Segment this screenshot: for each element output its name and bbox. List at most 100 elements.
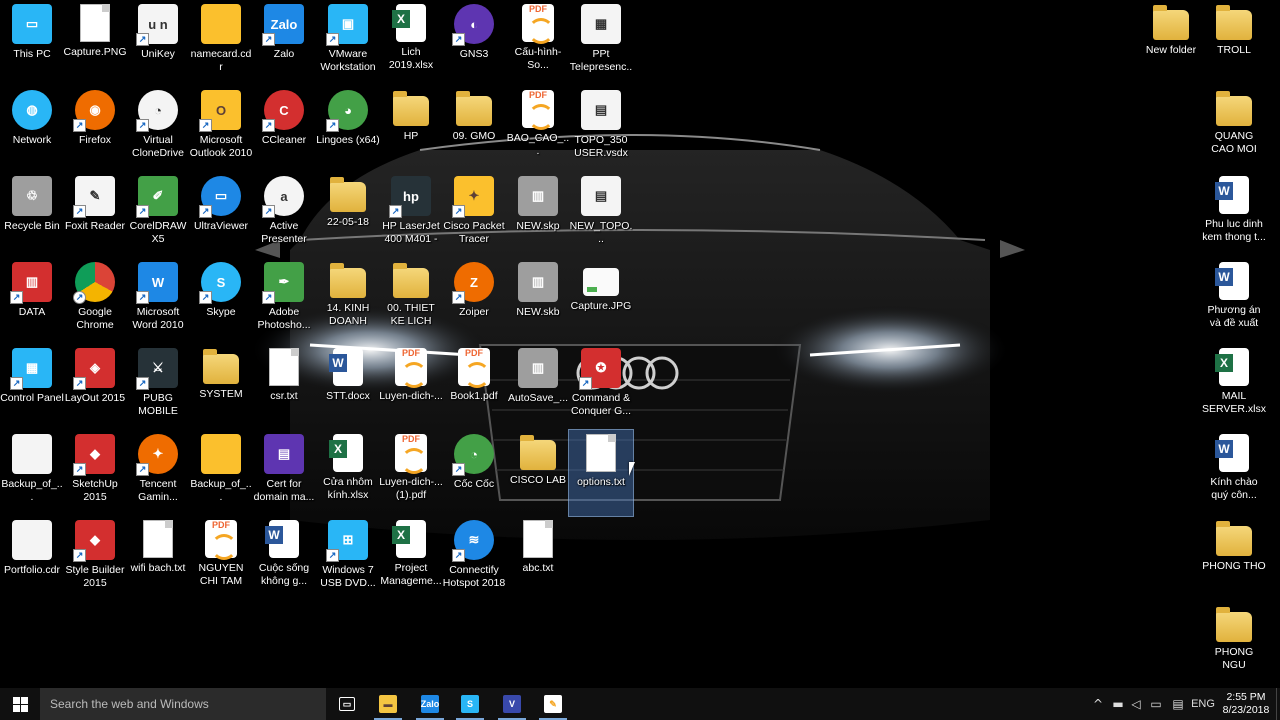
desktop-icon[interactable]: ▥ NEW.skb xyxy=(506,258,570,344)
desktop-icon[interactable]: ▦ PPt Telepresenc... xyxy=(569,0,633,86)
desktop-icon[interactable]: u n UniKey xyxy=(126,0,190,86)
desktop-icon[interactable]: Capture.PNG xyxy=(63,0,127,86)
desktop-icon[interactable]: WMicrosoft Word 2010 xyxy=(126,258,190,344)
desktop-icon[interactable]: ▭ UltraViewer xyxy=(189,172,253,258)
desktop-icon[interactable]: ▭ This PC xyxy=(0,0,64,86)
desktop-icon[interactable]: Backup_of_... xyxy=(0,430,64,516)
desktop-icon[interactable]: Project Manageme... xyxy=(379,516,443,602)
desktop-icon[interactable]: abc.txt xyxy=(506,516,570,602)
desktop-icon[interactable]: PDF Luyen-dich-... xyxy=(379,344,443,430)
desktop-icon-label: Adobe Photosho... xyxy=(257,306,311,331)
desktop-icon[interactable]: ⊞Windows 7 USB DVD... xyxy=(316,516,380,602)
desktop-icon[interactable]: csr.txt xyxy=(252,344,316,430)
desktop-icon[interactable]: PDF Cấu-hình-So... xyxy=(506,0,570,86)
desktop-icon[interactable]: ◔Virtual CloneDrive xyxy=(126,86,190,172)
desktop-icon[interactable]: ✒Adobe Photosho... xyxy=(252,258,316,344)
desktop-icon[interactable]: Kính chào quý côn... xyxy=(1202,430,1266,516)
desktop[interactable]: ▭ This PC Capture.PNG u n UniKey namecard.cdr… xyxy=(0,0,1280,688)
display-tray-icon[interactable]: ▭ xyxy=(1146,688,1166,720)
ppt-icon: ▦ xyxy=(581,4,621,44)
desktop-icon[interactable]: New folder xyxy=(1139,0,1203,86)
desktop-icon[interactable]: hpHP LaserJet 400 M401 - ... xyxy=(379,172,443,258)
desktop-icon[interactable]: namecard.cdr xyxy=(189,0,253,86)
desktop-icon[interactable]: ◕ Lingoes (x64) xyxy=(316,86,380,172)
desktop-icon[interactable]: SYSTEM xyxy=(189,344,253,430)
desktop-icon[interactable]: ▥ AutoSave_... xyxy=(506,344,570,430)
desktop-icon[interactable]: ♲ Recycle Bin xyxy=(0,172,64,258)
desktop-icon[interactable]: 00. THIET KE LICH xyxy=(379,258,443,344)
desktop-icon[interactable]: ◉ Firefox xyxy=(63,86,127,172)
desktop-icon[interactable]: PHONG THO xyxy=(1202,516,1266,602)
desktop-icon[interactable]: CISCO LAB xyxy=(506,430,570,516)
desktop-icon[interactable]: ✦Tencent Gamin... xyxy=(126,430,190,516)
desktop-icon[interactable]: ◈ LayOut 2015 xyxy=(63,344,127,430)
desktop-icon[interactable]: ✪Command & Conquer G... xyxy=(569,344,633,430)
desktop-icon[interactable]: ▣VMware Workstation xyxy=(316,0,380,86)
desktop-icon[interactable]: ◔ Cốc Cốc xyxy=(442,430,506,516)
desktop-icon[interactable]: Capture.JPG xyxy=(569,258,633,344)
desktop-icon[interactable]: ✐CorelDRAW X5 xyxy=(126,172,190,258)
desktop-icon[interactable]: ▥ NEW.skp xyxy=(506,172,570,258)
desktop-icon[interactable]: TROLL xyxy=(1202,0,1266,86)
foxit-taskbar-button[interactable]: ✎ xyxy=(533,688,573,720)
task-view-button[interactable]: ▭ xyxy=(327,688,367,720)
desktop-icon[interactable]: 14. KINH DOANH xyxy=(316,258,380,344)
desktop-icon[interactable]: options.txt xyxy=(568,429,634,517)
zalo-taskbar-button[interactable]: Zalo xyxy=(410,688,450,720)
desktop-icon[interactable]: Cửa nhôm kính.xlsx xyxy=(316,430,380,516)
file-explorer-button[interactable]: ▬ xyxy=(368,688,408,720)
desktop-icon[interactable]: PDFNGUYEN CHI TAM _CV.pdf xyxy=(189,516,253,602)
action-center-icon[interactable]: ▤ xyxy=(1168,688,1188,720)
desktop-icon[interactable]: ▦ Control Panel xyxy=(0,344,64,430)
desktop-icon[interactable]: PHONG NGU xyxy=(1202,602,1266,688)
visio-taskbar-button[interactable]: V xyxy=(492,688,532,720)
desktop-icon[interactable]: ✦Cisco Packet Tracer xyxy=(442,172,506,258)
desktop-icon[interactable]: Zalo Zalo xyxy=(252,0,316,86)
desktop-icon[interactable]: ▤ TOPO_350 USER.vsdx xyxy=(569,86,633,172)
desktop-icon[interactable]: Portfolio.cdr xyxy=(0,516,64,602)
desktop-icon[interactable]: aActive Presenter xyxy=(252,172,316,258)
language-indicator[interactable]: ENG xyxy=(1190,688,1216,720)
desktop-icon[interactable]: ◍ Network xyxy=(0,86,64,172)
desktop-icon[interactable]: S Skype xyxy=(189,258,253,344)
desktop-icon[interactable]: 09. GMO xyxy=(442,86,506,172)
desktop-icon[interactable]: ⚔PUBG MOBILE xyxy=(126,344,190,430)
desktop-icon[interactable]: 22-05-18 xyxy=(316,172,380,258)
desktop-icon[interactable]: Backup_of_... xyxy=(189,430,253,516)
desktop-icon[interactable]: STT.docx xyxy=(316,344,380,430)
start-button[interactable] xyxy=(0,688,40,720)
desktop-icon[interactable]: QUANG CAO MOI xyxy=(1202,86,1266,172)
desktop-icon[interactable]: Phương án và đề xuất cho... xyxy=(1202,258,1266,344)
skype-taskbar-button[interactable]: S xyxy=(450,688,490,720)
search-box[interactable]: Search the web and Windows xyxy=(40,688,326,720)
clock[interactable]: 2:55 PM 8/23/2018 xyxy=(1220,688,1272,720)
desktop-icon[interactable]: OMicrosoft Outlook 2010 xyxy=(189,86,253,172)
desktop-icon[interactable]: PDF BAO_CAO_... xyxy=(506,86,570,172)
desktop-icon-label: 09. GMO xyxy=(452,130,496,142)
tray-overflow-chevron-icon[interactable]: ^ xyxy=(1090,688,1106,720)
desktop-icon[interactable]: ◆SketchUp 2015 xyxy=(63,430,127,516)
show-desktop-button[interactable] xyxy=(1276,688,1280,720)
desktop-icon[interactable]: ▤ Cert for domain ma... xyxy=(252,430,316,516)
desktop-icon[interactable]: Google Chrome xyxy=(63,258,127,344)
desktop-icon[interactable]: HP xyxy=(379,86,443,172)
desktop-icon[interactable]: ◆Style Builder 2015 xyxy=(63,516,127,602)
desktop-icon[interactable]: Lich 2019.xlsx xyxy=(379,0,443,86)
volume-tray-icon[interactable]: ◁ xyxy=(1128,688,1144,720)
desktop-icon[interactable]: Z Zoiper xyxy=(442,258,506,344)
foxit-icon: ✎ xyxy=(73,176,115,218)
desktop-icon[interactable]: ≋Connectify Hotspot 2018 xyxy=(442,516,506,602)
desktop-icon[interactable]: ▤ NEW_TOPO... xyxy=(569,172,633,258)
network-tray-icon[interactable]: ▬ xyxy=(1110,688,1126,720)
desktop-icon[interactable]: C CCleaner xyxy=(252,86,316,172)
desktop-icon[interactable]: PDF Book1.pdf xyxy=(442,344,506,430)
desktop-icon[interactable]: ✎ Foxit Reader xyxy=(63,172,127,258)
desktop-icon[interactable]: Cuộc sống không g... xyxy=(252,516,316,602)
desktop-icon[interactable]: ◐ GNS3 xyxy=(442,0,506,86)
desktop-icon[interactable]: MAIL SERVER.xlsx xyxy=(1202,344,1266,430)
desktop-icon[interactable]: ▥ DATA xyxy=(0,258,64,344)
desktop-icon-label: Kính chào quý côn... xyxy=(1210,476,1258,501)
desktop-icon[interactable]: PDF Luyen-dich-... (1).pdf xyxy=(379,430,443,516)
desktop-icon[interactable]: Phu luc dinh kem thong t... xyxy=(1202,172,1266,258)
desktop-icon[interactable]: wifi bach.txt xyxy=(126,516,190,602)
